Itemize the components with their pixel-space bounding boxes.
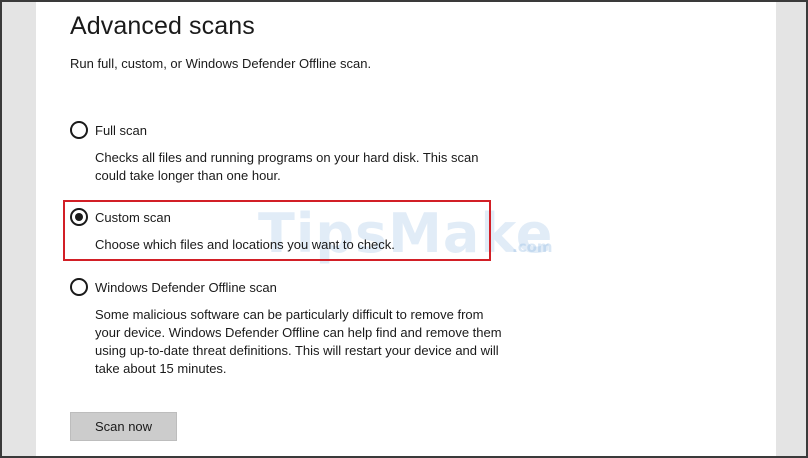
screenshot-frame: TipsMake .com Advanced scans Run full, c… [0,0,808,458]
right-margin-strip [776,2,806,456]
page-title: Advanced scans [70,12,255,40]
option-offline-scan[interactable]: Windows Defender Offline scan Some malic… [70,277,510,378]
offline-scan-label[interactable]: Windows Defender Offline scan [95,280,277,295]
scan-now-button[interactable]: Scan now [70,412,177,441]
left-margin-strip [2,2,36,456]
offline-scan-radio[interactable] [70,278,88,296]
custom-scan-highlight [63,200,491,261]
option-full-scan[interactable]: Full scan Checks all files and running p… [70,120,510,185]
full-scan-description: Checks all files and running programs on… [95,150,479,183]
full-scan-label[interactable]: Full scan [95,123,147,138]
offline-scan-description: Some malicious software can be particula… [95,307,502,376]
page-subtitle: Run full, custom, or Windows Defender Of… [70,56,372,71]
full-scan-radio[interactable] [70,121,88,139]
